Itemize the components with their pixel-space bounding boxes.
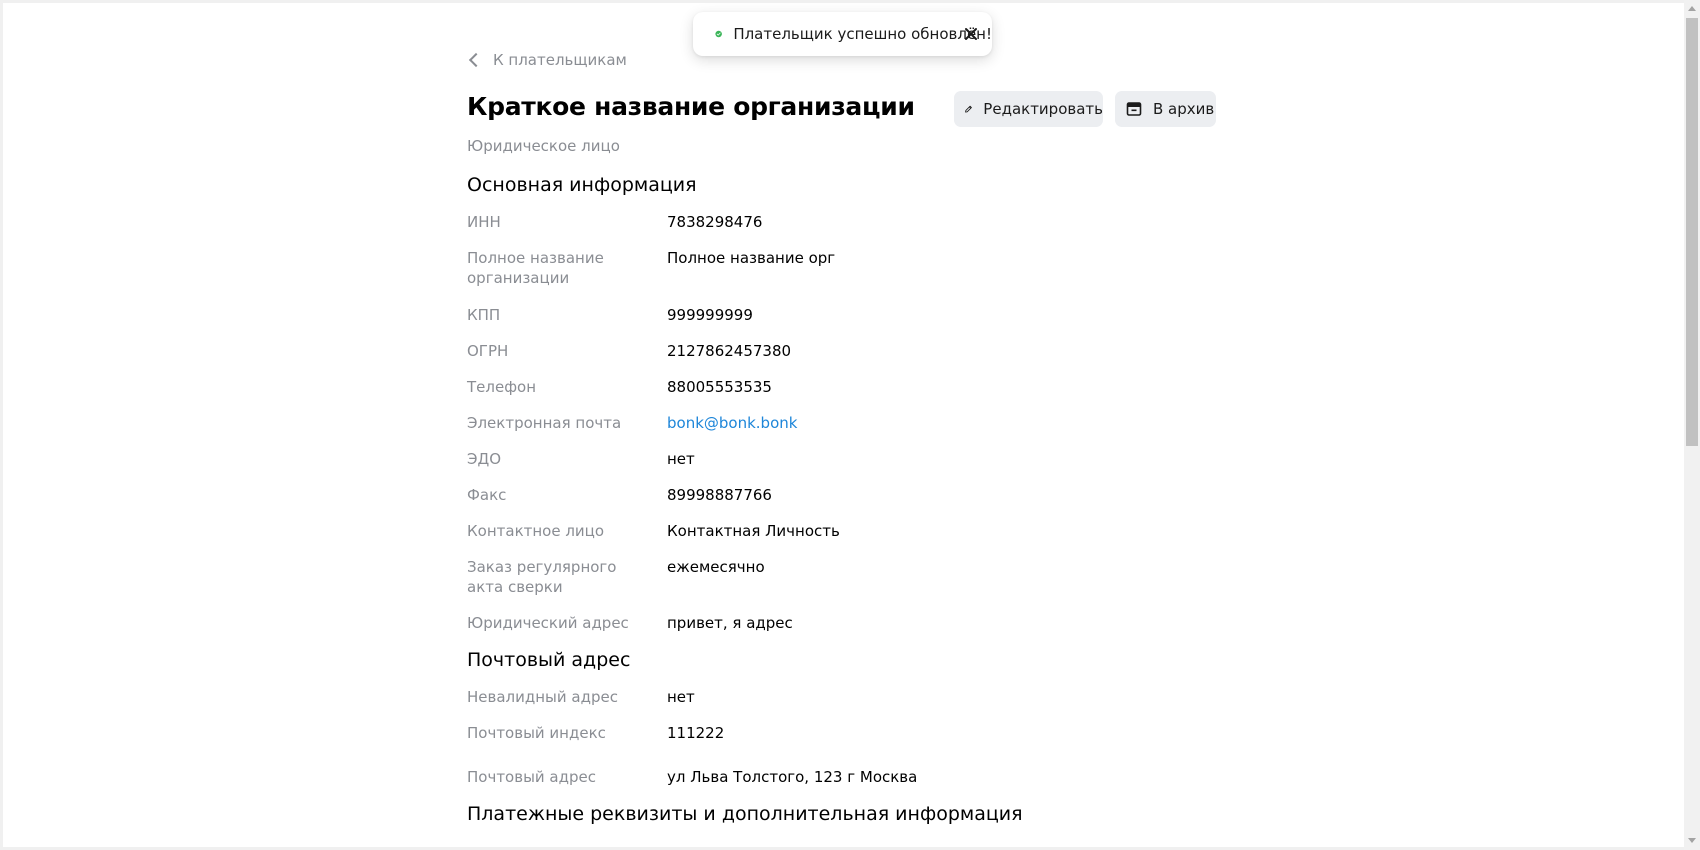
field-label-ogrn: ОГРН xyxy=(467,342,509,360)
field-value-reconciliation: ежемесячно xyxy=(667,558,765,576)
field-label-legal-address: Юридический адрес xyxy=(467,614,629,632)
field-label-full-name: Полное название организации xyxy=(467,249,604,287)
app-window: К плательщикам Краткое название организа… xyxy=(0,0,1700,850)
field-label-fax: Факс xyxy=(467,486,507,504)
field-label-kpp: КПП xyxy=(467,306,501,324)
field-label-contact-person: Контактное лицо xyxy=(467,522,605,540)
section-postal-title: Почтовый адрес xyxy=(467,649,631,671)
payer-type: Юридическое лицо xyxy=(467,137,620,155)
field-label-inn: ИНН xyxy=(467,213,501,231)
field-value-fax: 89998887766 xyxy=(667,486,772,504)
chevron-left-icon xyxy=(468,52,484,68)
field-value-postal-address: ул Льва Толстого, 123 г Москва xyxy=(667,768,918,786)
scroll-down-arrow-icon[interactable] xyxy=(1688,838,1696,843)
window-frame-left xyxy=(0,0,3,850)
scroll-up-arrow-icon[interactable] xyxy=(1688,6,1696,11)
field-value-kpp: 999999999 xyxy=(667,306,753,324)
check-circle-icon xyxy=(715,30,722,38)
back-to-payers-link[interactable]: К плательщикам xyxy=(467,50,627,70)
field-value-edo: нет xyxy=(667,450,695,468)
field-value-full-name: Полное название орг xyxy=(667,249,836,267)
archive-button[interactable]: В архив xyxy=(1115,91,1216,127)
toast-message: Плательщик успешно обновлён! xyxy=(733,25,992,43)
field-label-email: Электронная почта xyxy=(467,414,622,432)
field-value-inn: 7838298476 xyxy=(667,213,763,231)
field-value-postal-index: 111222 xyxy=(667,724,725,742)
field-value-invalid-address: нет xyxy=(667,688,695,706)
section-main-info-title: Основная информация xyxy=(467,174,697,196)
scrollbar-thumb[interactable] xyxy=(1686,18,1698,446)
field-label-postal-index: Почтовый индекс xyxy=(467,724,606,742)
field-label-phone: Телефон xyxy=(467,378,537,396)
field-label-invalid-address: Невалидный адрес xyxy=(467,688,618,706)
close-icon[interactable] xyxy=(963,26,979,42)
field-value-legal-address: привет, я адрес xyxy=(667,614,793,632)
back-link-label: К плательщикам xyxy=(493,51,627,69)
field-label-postal-address: Почтовый адрес xyxy=(467,768,596,786)
pencil-icon xyxy=(965,105,972,113)
section-payment-title: Платежные реквизиты и дополнительная инф… xyxy=(467,803,1023,825)
field-value-contact-person: Контактная Личность xyxy=(667,522,840,540)
success-toast: Плательщик успешно обновлён! xyxy=(693,12,992,56)
edit-button[interactable]: Редактировать xyxy=(954,91,1103,127)
page-title: Краткое название организации xyxy=(467,92,915,121)
field-label-reconciliation: Заказ регулярного акта сверки xyxy=(467,558,617,596)
archive-icon xyxy=(1126,102,1142,116)
field-label-edo: ЭДО xyxy=(467,450,501,468)
field-value-phone: 88005553535 xyxy=(667,378,772,396)
archive-button-label: В архив xyxy=(1153,100,1215,118)
window-frame-top xyxy=(0,0,1700,3)
email-link[interactable]: bonk@bonk.bonk xyxy=(667,413,797,433)
field-value-ogrn: 2127862457380 xyxy=(667,342,792,360)
edit-button-label: Редактировать xyxy=(983,100,1103,118)
